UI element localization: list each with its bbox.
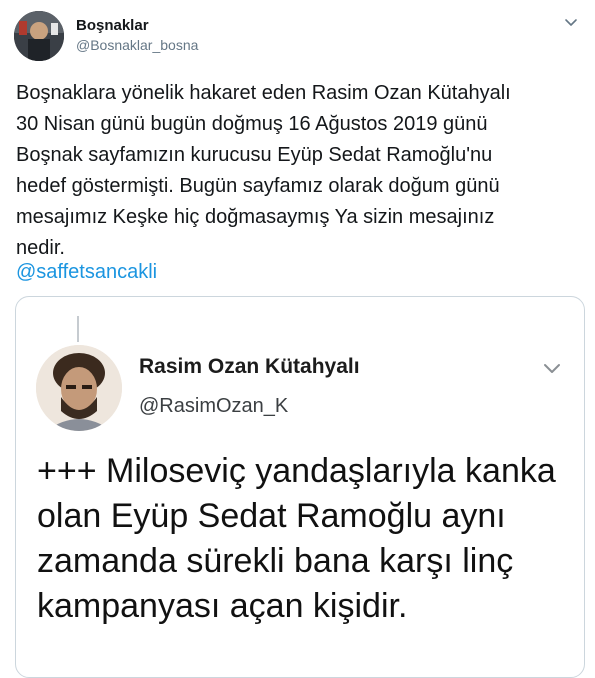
quoted-tweet-text: +++ Miloseviç yandaşlarıyla kanka olan E… (37, 452, 556, 625)
tweet: Boşnaklar @Bosnaklar_bosna Boşnaklara yö… (0, 0, 595, 678)
author-names: Boşnaklar @Bosnaklar_bosna (76, 16, 198, 55)
quoted-avatar (36, 345, 122, 431)
avatar[interactable] (14, 11, 64, 61)
tweet-header: Boşnaklar @Bosnaklar_bosna (14, 10, 580, 62)
mention-link[interactable]: @saffetsancakli (16, 257, 157, 288)
quoted-tweet-card[interactable]: Rasim Ozan Kütahyalı @RasimOzan_K +++ Mi… (15, 296, 585, 678)
display-name[interactable]: Boşnaklar (76, 16, 198, 36)
tweet-text: Boşnaklara yönelik hakaret eden Rasim Oz… (16, 82, 511, 259)
chevron-down-icon[interactable] (562, 14, 580, 32)
avatar-image (14, 11, 64, 61)
user-handle[interactable]: @Bosnaklar_bosna (76, 36, 198, 55)
quoted-display-name: Rasim Ozan Kütahyalı (139, 355, 360, 378)
thread-line (77, 316, 79, 342)
quoted-user-handle: @RasimOzan_K (139, 395, 289, 417)
chevron-down-icon (540, 357, 564, 381)
quoted-avatar-image (36, 345, 122, 431)
